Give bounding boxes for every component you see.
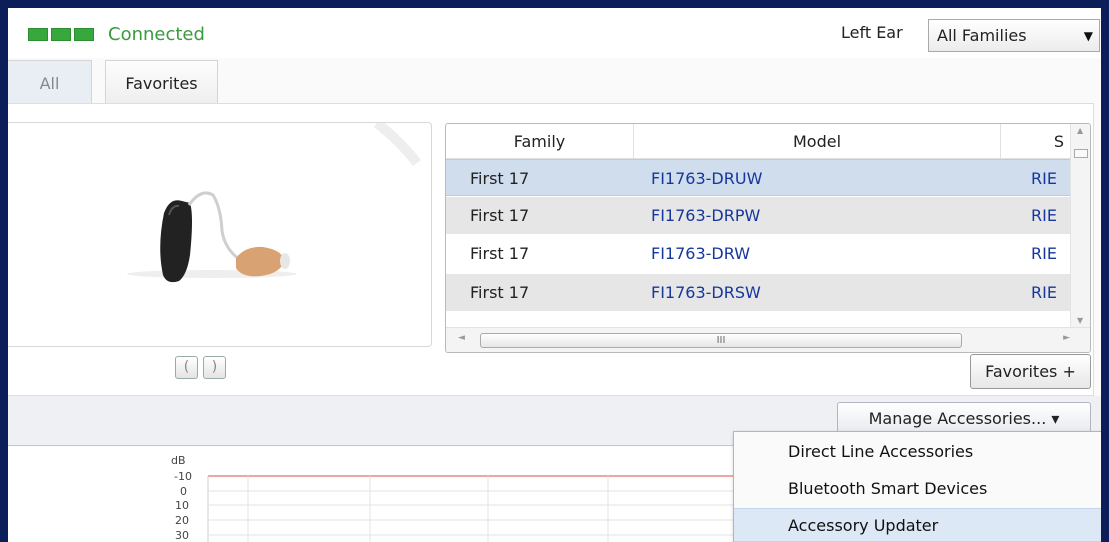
app-window: Connected Left Ear All Families ▼ All Fa… — [8, 8, 1101, 542]
hearing-aid-image — [127, 119, 421, 283]
cell-model: FI1763-DRUW — [651, 169, 763, 188]
connection-signal-icon — [28, 28, 94, 41]
menu-item-direct-line-accessories[interactable]: Direct Line Accessories — [734, 435, 1101, 469]
cell-style: RIE — [1031, 206, 1057, 225]
family-select[interactable]: All Families ▼ — [928, 19, 1100, 52]
table-row[interactable]: First 17 FI1763-DRPW RIE — [446, 197, 1072, 234]
audiogram-grid — [208, 476, 738, 542]
cell-model: FI1763-DRSW — [651, 283, 761, 302]
cell-style: RIE — [1031, 169, 1057, 188]
menu-item-bluetooth-smart-devices[interactable]: Bluetooth Smart Devices — [734, 472, 1101, 506]
connection-status: Connected — [108, 24, 205, 45]
ear-label: Left Ear — [841, 23, 903, 42]
accessories-menu: Direct Line Accessories Bluetooth Smart … — [733, 431, 1101, 542]
cell-family: First 17 — [470, 283, 530, 302]
family-select-value: All Families — [937, 26, 1027, 45]
scroll-down-icon[interactable]: ▼ — [1077, 316, 1083, 325]
cell-model: FI1763-DRPW — [651, 206, 761, 225]
device-image — [8, 119, 432, 347]
top-bar: Connected Left Ear All Families ▼ — [8, 8, 1101, 58]
audiogram-tick: 10 — [175, 499, 189, 512]
scroll-left-icon[interactable]: ◄ — [458, 333, 465, 343]
audiogram-tick: 0 — [180, 485, 187, 498]
table-row[interactable]: First 17 FI1763-DRUW RIE — [446, 159, 1072, 196]
audiogram-tick: 20 — [175, 514, 189, 527]
column-header-style[interactable]: S — [1001, 124, 1072, 159]
table-row[interactable]: First 17 FI1763-DRW RIE — [446, 235, 1072, 272]
horizontal-scroll-thumb[interactable]: III — [480, 333, 962, 348]
cell-family: First 17 — [470, 244, 530, 263]
right-ear-button[interactable]: ) — [203, 356, 226, 379]
horizontal-scrollbar[interactable]: ◄ III ► — [446, 327, 1090, 352]
vertical-scroll-thumb[interactable] — [1074, 149, 1088, 158]
scroll-right-icon[interactable]: ► — [1063, 333, 1070, 343]
table-row[interactable]: First 17 FI1763-DRSW RIE — [446, 274, 1072, 311]
cell-model: FI1763-DRW — [651, 244, 751, 263]
menu-item-accessory-updater[interactable]: Accessory Updater — [734, 508, 1101, 542]
device-panel: ( ) Family Model S First 17 FI1763-DRUW … — [8, 103, 1094, 396]
cell-style: RIE — [1031, 283, 1057, 302]
add-favorite-button[interactable]: Favorites + — [970, 354, 1091, 389]
cell-family: First 17 — [470, 206, 530, 225]
cell-style: RIE — [1031, 244, 1057, 263]
ear-side-buttons: ( ) — [175, 356, 226, 379]
vertical-scrollbar[interactable]: ▲ ▼ — [1070, 124, 1090, 329]
column-header-family[interactable]: Family — [446, 124, 634, 159]
tab-favorites[interactable]: Favorites — [105, 60, 218, 105]
audiogram-unit: dB — [171, 454, 186, 467]
left-ear-button[interactable]: ( — [175, 356, 198, 379]
cell-family: First 17 — [470, 169, 530, 188]
audiogram-tick: -10 — [174, 470, 192, 483]
scroll-up-icon[interactable]: ▲ — [1077, 126, 1083, 135]
audiogram-tick: 30 — [175, 529, 189, 542]
model-table: Family Model S First 17 FI1763-DRUW RIE … — [445, 123, 1091, 353]
chevron-down-icon: ▼ — [1083, 29, 1093, 43]
table-header: Family Model S — [446, 124, 1072, 159]
tab-all[interactable]: All — [8, 60, 92, 105]
column-header-model[interactable]: Model — [634, 124, 1001, 159]
